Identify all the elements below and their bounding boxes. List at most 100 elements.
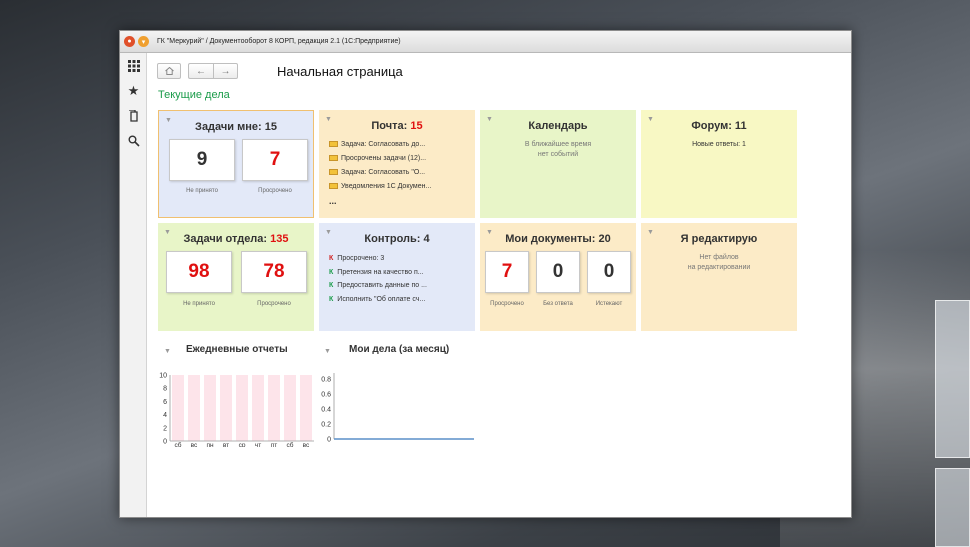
y-tick-label: 2 bbox=[163, 425, 167, 432]
counter-not-accepted[interactable]: 98 bbox=[166, 251, 232, 293]
app-logo-icon[interactable]: ● bbox=[124, 36, 135, 47]
section-title-current-tasks[interactable]: Текущие дела bbox=[158, 89, 230, 101]
forward-button[interactable]: → bbox=[213, 63, 238, 79]
tile-title: Я редактирую bbox=[680, 233, 758, 245]
tile-editing[interactable]: ▼ Я редактирую Нет файлов на редактирова… bbox=[641, 223, 797, 331]
tile-department-tasks[interactable]: ▼ Задачи отдела: 135 98 78 Не принято Пр… bbox=[158, 223, 314, 331]
bar-background bbox=[252, 375, 264, 441]
bar-background bbox=[268, 375, 280, 441]
y-tick-label: 0.4 bbox=[321, 407, 331, 414]
tile-title: Контроль: 4 bbox=[364, 233, 430, 245]
tile-my-documents[interactable]: ▼ Мои документы: 20 7 0 0 Просрочено Без… bbox=[480, 223, 636, 331]
home-page-content: ← → Начальная страница Текущие дела ▼ За… bbox=[148, 53, 851, 517]
bar-background bbox=[204, 375, 216, 441]
counter-not-accepted[interactable]: 9 bbox=[169, 139, 235, 181]
counter-expiring[interactable]: 0 bbox=[587, 251, 631, 293]
tile-calendar[interactable]: ▼ Календарь В ближайшее время нет событи… bbox=[480, 110, 636, 218]
counter-label: Без ответа bbox=[543, 301, 573, 307]
bar-background bbox=[300, 375, 312, 441]
bar-background bbox=[188, 375, 200, 441]
x-tick-label: вс bbox=[303, 442, 310, 447]
bar-background bbox=[172, 375, 184, 441]
envelope-icon bbox=[329, 169, 338, 175]
apps-grid-icon[interactable] bbox=[120, 53, 147, 78]
window-title: ГК "Меркурий" / Документооборот 8 КОРП, … bbox=[157, 38, 401, 45]
y-tick-label: 4 bbox=[163, 412, 167, 419]
envelope-icon bbox=[329, 155, 338, 161]
tile-title: Задачи отдела: 135 bbox=[183, 233, 289, 245]
y-tick-label: 10 bbox=[159, 373, 167, 380]
forum-new-replies[interactable]: Новые ответы: 1 bbox=[641, 140, 797, 150]
control-marker: К bbox=[329, 282, 334, 289]
search-icon[interactable] bbox=[120, 128, 147, 153]
collapse-triangle-icon[interactable]: ▼ bbox=[324, 348, 331, 355]
dept-tasks-count: 135 bbox=[270, 233, 289, 245]
envelope-icon bbox=[329, 141, 338, 147]
envelope-icon bbox=[329, 183, 338, 189]
bar-background bbox=[220, 375, 232, 441]
y-tick-label: 8 bbox=[163, 386, 167, 393]
mail-list: Задача: Согласовать до... Просрочены зад… bbox=[329, 138, 431, 208]
counter-label: Просрочено bbox=[258, 188, 292, 194]
daily-reports-title[interactable]: Ежедневные отчеты bbox=[186, 344, 288, 355]
counter-no-answer[interactable]: 0 bbox=[536, 251, 580, 293]
star-icon[interactable]: ★ bbox=[120, 78, 147, 103]
x-tick-label: вс bbox=[191, 442, 198, 447]
x-tick-label: сб bbox=[175, 441, 182, 447]
arrow-right-icon: → bbox=[220, 65, 231, 77]
tile-forum[interactable]: ▼ Форум: 11 Новые ответы: 1 bbox=[641, 110, 797, 218]
mail-item[interactable]: Уведомления 1С Докумен... bbox=[329, 180, 431, 194]
daily-reports-chart: 10 8 6 4 2 0 сб вс пн вт ср чт пт сб вс bbox=[159, 373, 314, 447]
counter-overdue[interactable]: 78 bbox=[241, 251, 307, 293]
x-tick-label: пт bbox=[271, 442, 278, 447]
bar-background bbox=[236, 375, 248, 441]
tile-my-tasks[interactable]: ▼ Задачи мне: 15 9 7 Не принято Просроче… bbox=[158, 110, 314, 218]
collapse-triangle-icon[interactable]: ▼ bbox=[164, 348, 171, 355]
x-tick-label: пн bbox=[206, 442, 214, 447]
y-tick-label: 0.6 bbox=[321, 392, 331, 399]
counter-label: Просрочено bbox=[490, 301, 524, 307]
monthly-tasks-chart: 0.8 0.6 0.4 0.2 0 bbox=[321, 373, 474, 444]
tile-title: Календарь bbox=[528, 120, 588, 132]
sections-panel: ★ bbox=[120, 53, 147, 517]
y-tick-label: 0.2 bbox=[321, 422, 331, 429]
counter-overdue[interactable]: 7 bbox=[242, 139, 308, 181]
counter-label: Не принято bbox=[183, 301, 215, 307]
mail-item[interactable]: Задача: Согласовать "О... bbox=[329, 166, 431, 180]
windows-logo-pane bbox=[935, 468, 970, 547]
arrow-left-icon: ← bbox=[196, 65, 206, 77]
control-item[interactable]: К Просрочено: 3 bbox=[329, 252, 427, 266]
x-tick-label: сб bbox=[287, 441, 294, 447]
mail-item[interactable]: Задача: Согласовать до... bbox=[329, 138, 431, 152]
main-menu-icon[interactable]: ▾ bbox=[138, 36, 149, 47]
mail-more[interactable]: ... bbox=[329, 194, 431, 208]
x-tick-label: ср bbox=[239, 442, 246, 447]
tile-title: Задачи мне: 15 bbox=[195, 121, 277, 133]
control-marker: К bbox=[329, 268, 334, 276]
control-item[interactable]: К Предоставить данные по ... bbox=[329, 279, 427, 293]
monthly-tasks-title[interactable]: Мои дела (за месяц) bbox=[349, 344, 449, 355]
page-title: Начальная страница bbox=[277, 64, 403, 79]
tile-control[interactable]: ▼ Контроль: 4 К Просрочено: 3 К Претензия … bbox=[319, 223, 475, 331]
counter-label: Истекают bbox=[595, 301, 623, 307]
calendar-empty-text: В ближайшее время нет событий bbox=[524, 141, 592, 158]
counter-label: Не принято bbox=[186, 188, 218, 194]
control-item[interactable]: К Претензия на качество п... bbox=[329, 266, 427, 280]
tile-title: Мои документы: 20 bbox=[505, 233, 611, 245]
home-button[interactable] bbox=[157, 63, 181, 79]
y-tick-label: 0 bbox=[327, 437, 331, 444]
counter-overdue[interactable]: 7 bbox=[485, 251, 529, 293]
editing-empty-text: Нет файлов на редактировании bbox=[687, 254, 751, 271]
history-icon[interactable] bbox=[120, 103, 147, 128]
app-window: ● ▾ ГК "Меркурий" / Документооборот 8 КО… bbox=[119, 30, 852, 518]
control-item[interactable]: К Исполнить "Об оплате сч... bbox=[329, 293, 427, 307]
mail-item[interactable]: Просрочены задачи (12)... bbox=[329, 152, 431, 166]
tile-title: Почта: 15 bbox=[371, 120, 423, 132]
back-button[interactable]: ← bbox=[188, 63, 213, 79]
tile-title: Форум: 11 bbox=[691, 120, 747, 132]
windows-logo-pane bbox=[935, 300, 970, 458]
home-icon bbox=[164, 67, 174, 75]
control-marker: К bbox=[329, 255, 334, 262]
mail-count: 15 bbox=[410, 120, 423, 132]
tile-mail[interactable]: ▼ Почта: 15 Задача: Согласовать до... Пр… bbox=[319, 110, 475, 218]
